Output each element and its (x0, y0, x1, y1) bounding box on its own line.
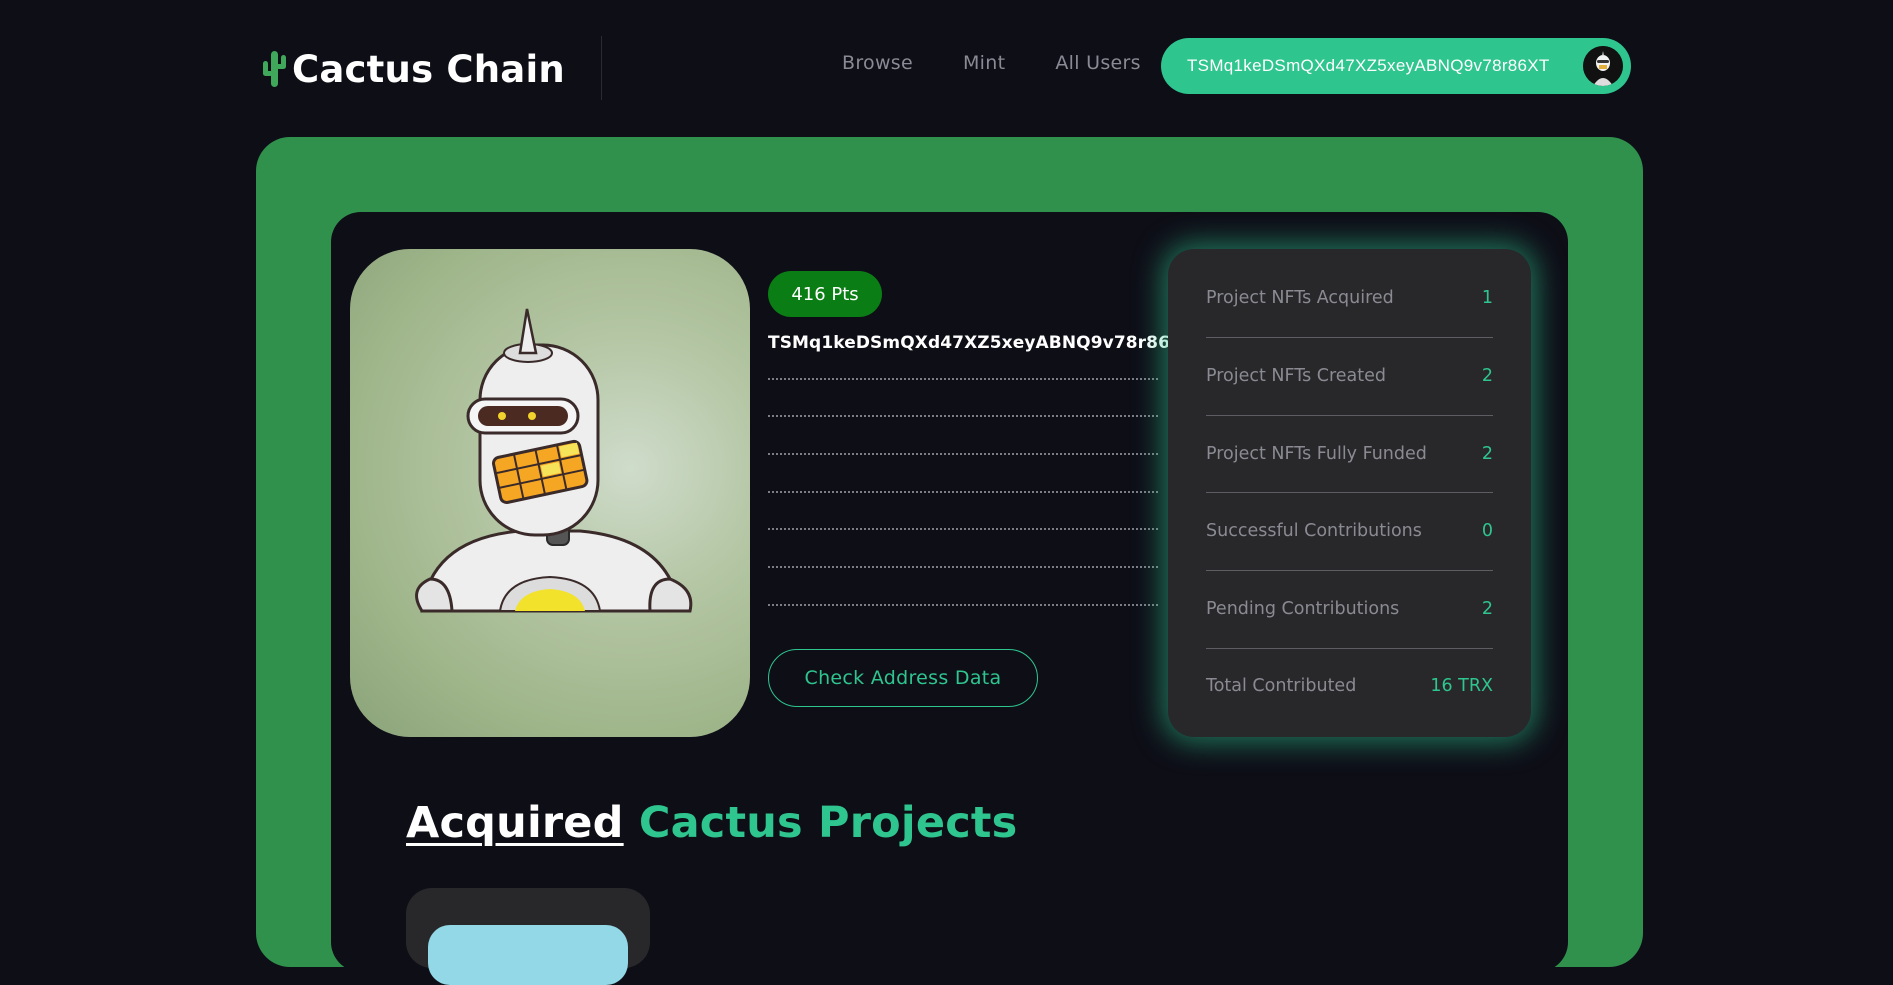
stat-row-nfts-fully-funded: Project NFTs Fully Funded 2 (1206, 415, 1493, 493)
stat-value: 2 (1481, 366, 1493, 386)
stat-label: Pending Contributions (1206, 599, 1400, 619)
stat-label: Total Contributed (1206, 676, 1357, 696)
info-row-divider (768, 378, 1158, 380)
project-card-image (428, 925, 628, 985)
points-badge: 416 Pts (768, 271, 882, 317)
stat-label: Project NFTs Fully Funded (1206, 444, 1427, 464)
nav-browse[interactable]: Browse (842, 52, 913, 74)
info-row-divider (768, 528, 1158, 530)
stat-label: Project NFTs Created (1206, 366, 1387, 386)
brand-name: Cactus Chain (292, 47, 565, 91)
stat-value: 16 TRX (1430, 676, 1493, 696)
stat-value: 2 (1481, 599, 1493, 619)
wallet-button[interactable]: TSMq1keDSmQXd47XZ5xeyABNQ9v78r86XT (1161, 38, 1631, 94)
info-row-divider (768, 453, 1158, 455)
info-row-divider (768, 491, 1158, 493)
section-title-highlight: Acquired (406, 798, 624, 848)
nav-mint[interactable]: Mint (963, 52, 1005, 74)
stat-row-total-contributed: Total Contributed 16 TRX (1206, 647, 1493, 725)
project-card[interactable] (406, 888, 650, 985)
stat-label: Project NFTs Acquired (1206, 288, 1394, 308)
section-title: Acquired Cactus Projects (406, 798, 1017, 848)
profile-image (350, 249, 750, 737)
stat-row-pending-contributions: Pending Contributions 2 (1206, 570, 1493, 648)
avatar (1583, 46, 1623, 86)
section-title-rest: Cactus Projects (638, 798, 1018, 848)
info-row-divider (768, 566, 1158, 568)
stats-card: Project NFTs Acquired 1 Project NFTs Cre… (1168, 249, 1531, 737)
stat-value: 1 (1481, 288, 1493, 308)
brand-logo[interactable]: Cactus Chain (260, 44, 565, 94)
site-header: Cactus Chain Browse Mint All Users TSMq1… (0, 0, 1893, 136)
user-address: TSMq1keDSmQXd47XZ5xeyABNQ9v78r86XT (768, 333, 1195, 353)
nav-all-users[interactable]: All Users (1055, 52, 1141, 74)
stat-value: 2 (1481, 444, 1493, 464)
stat-row-nfts-acquired: Project NFTs Acquired 1 (1206, 259, 1493, 337)
stat-label: Successful Contributions (1206, 521, 1422, 541)
wallet-address: TSMq1keDSmQXd47XZ5xeyABNQ9v78r86XT (1187, 56, 1550, 75)
stat-row-nfts-created: Project NFTs Created 2 (1206, 337, 1493, 415)
info-row-divider (768, 415, 1158, 417)
stat-row-successful-contributions: Successful Contributions 0 (1206, 492, 1493, 570)
cactus-icon (260, 47, 288, 91)
info-row-divider (768, 604, 1158, 606)
robot-illustration (415, 308, 693, 613)
main-nav: Browse Mint All Users (842, 52, 1141, 74)
header-divider (601, 36, 602, 100)
check-address-data-button[interactable]: Check Address Data (768, 649, 1038, 707)
stat-value: 0 (1481, 521, 1493, 541)
